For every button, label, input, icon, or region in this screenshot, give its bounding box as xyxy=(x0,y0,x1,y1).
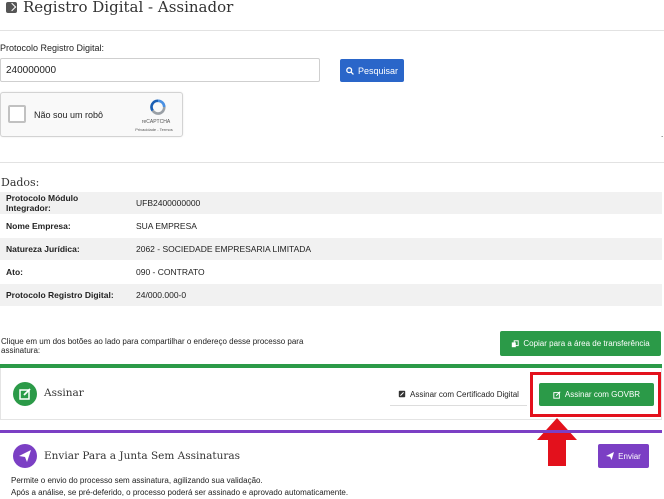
recaptcha-checkbox[interactable] xyxy=(8,105,26,123)
search-button[interactable]: Pesquisar xyxy=(340,59,404,82)
highlight-box xyxy=(530,372,661,417)
protocol-label: Protocolo Registro Digital: xyxy=(0,43,105,53)
divider xyxy=(0,30,664,31)
edit-icon xyxy=(6,1,17,13)
dados-table: Protocolo Módulo Integrador: UFB240000000… xyxy=(0,192,662,307)
enviar-accent-bar xyxy=(0,430,662,433)
copy-icon xyxy=(512,339,520,347)
page-title-text: Registro Digital - Assinador xyxy=(23,0,234,16)
protocol-input[interactable]: 240000000 xyxy=(0,58,320,82)
enviar-title: Enviar Para a Junta Sem Assinaturas xyxy=(44,450,241,462)
recaptcha-links[interactable]: Privacidade - Termos xyxy=(127,127,181,132)
edit-icon xyxy=(398,390,406,398)
stray-mark: . xyxy=(661,130,664,139)
dados-heading: Dados: xyxy=(1,176,40,189)
up-arrow-icon xyxy=(537,418,577,466)
enviar-description: Permite o envio do processo sem assinatu… xyxy=(11,475,348,499)
certificate-sign-button[interactable]: Assinar com Certificado Digital xyxy=(390,383,527,406)
recaptcha-label: Não sou um robô xyxy=(34,110,104,120)
send-icon xyxy=(13,444,37,468)
sign-icon xyxy=(13,382,37,406)
enviar-line-2: Após a análise, se pré-deferido, o proce… xyxy=(11,488,349,497)
recaptcha-widget: Não sou um robô reCAPTCHA Privacidade - … xyxy=(0,92,183,137)
send-button[interactable]: Enviar xyxy=(598,444,649,468)
recaptcha-brand: reCAPTCHA xyxy=(141,119,171,125)
table-row: Ato: 090 - CONTRATO xyxy=(0,260,662,284)
recaptcha-icon xyxy=(150,99,166,115)
page-title: Registro Digital - Assinador xyxy=(6,0,234,16)
search-icon xyxy=(346,66,354,75)
enviar-line-1: Permite o envio do processo sem assinatu… xyxy=(11,476,263,485)
table-row: Natureza Jurídica: 2062 - SOCIEDADE EMPRE… xyxy=(0,237,662,261)
share-note: Clique em um dos botões ao lado para com… xyxy=(1,337,304,355)
assinar-title: Assinar xyxy=(44,387,84,399)
table-row: Nome Empresa: SUA EMPRESA xyxy=(0,214,662,238)
copy-button[interactable]: Copiar para a área de transferência xyxy=(500,331,661,356)
table-row: Protocolo Módulo Integrador: UFB240000000… xyxy=(0,192,662,215)
divider xyxy=(0,162,664,163)
table-row: Protocolo Registro Digital: 24/000.000-0 xyxy=(0,283,662,307)
paper-plane-icon xyxy=(606,452,615,460)
